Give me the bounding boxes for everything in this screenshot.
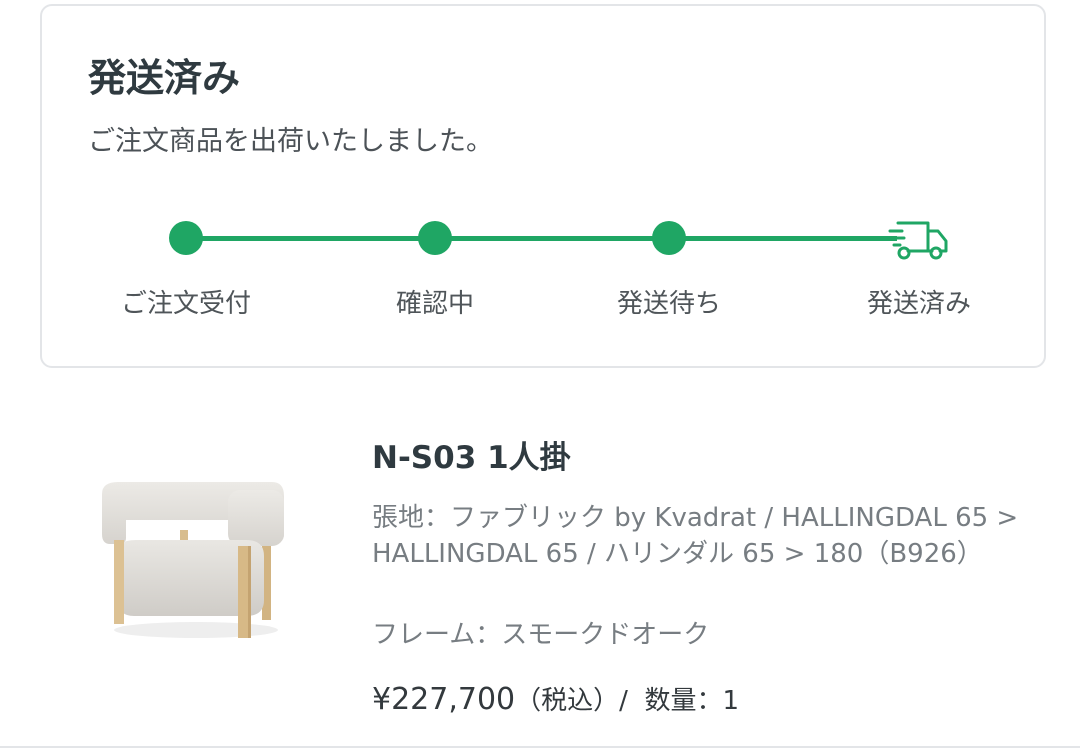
step-dot-received xyxy=(169,221,203,255)
product-fabric-spec: 張地：ファブリック by Kvadrat / HALLINGDAL 65 > H… xyxy=(372,503,1019,569)
status-title: 発送済み xyxy=(88,56,241,100)
price-row: ¥227,700（税込）/ 数量：1 xyxy=(372,678,739,723)
status-message: ご注文商品を出荷いたしました。 xyxy=(88,126,493,157)
product-price: ¥227,700 xyxy=(372,682,516,717)
quantity-label: 数量：1 xyxy=(644,686,739,716)
step-label-received: ご注文受付 xyxy=(120,289,251,319)
progress-line xyxy=(187,236,897,241)
step-dot-confirming xyxy=(418,221,452,255)
truck-icon xyxy=(888,221,948,260)
shipping-status-card: 発送済み ご注文商品を出荷いたしました。 ご注文受付 確認中 発送待ち 発送済み xyxy=(40,4,1046,368)
divider xyxy=(0,746,1080,748)
step-label-shipped: 発送済み xyxy=(866,289,971,319)
step-label-waiting: 発送待ち xyxy=(616,289,721,319)
product-frame-spec: フレーム：スモークドオーク xyxy=(372,620,710,650)
product-name[interactable]: N-S03 1人掛 xyxy=(372,436,571,480)
armchair-image[interactable] xyxy=(96,470,292,646)
order-status-page: 発送済み ご注文商品を出荷いたしました。 ご注文受付 確認中 発送待ち 発送済み xyxy=(0,0,1080,750)
tax-note: （税込）/ xyxy=(515,686,628,716)
step-dot-waiting xyxy=(652,221,686,255)
step-label-confirming: 確認中 xyxy=(395,289,474,319)
